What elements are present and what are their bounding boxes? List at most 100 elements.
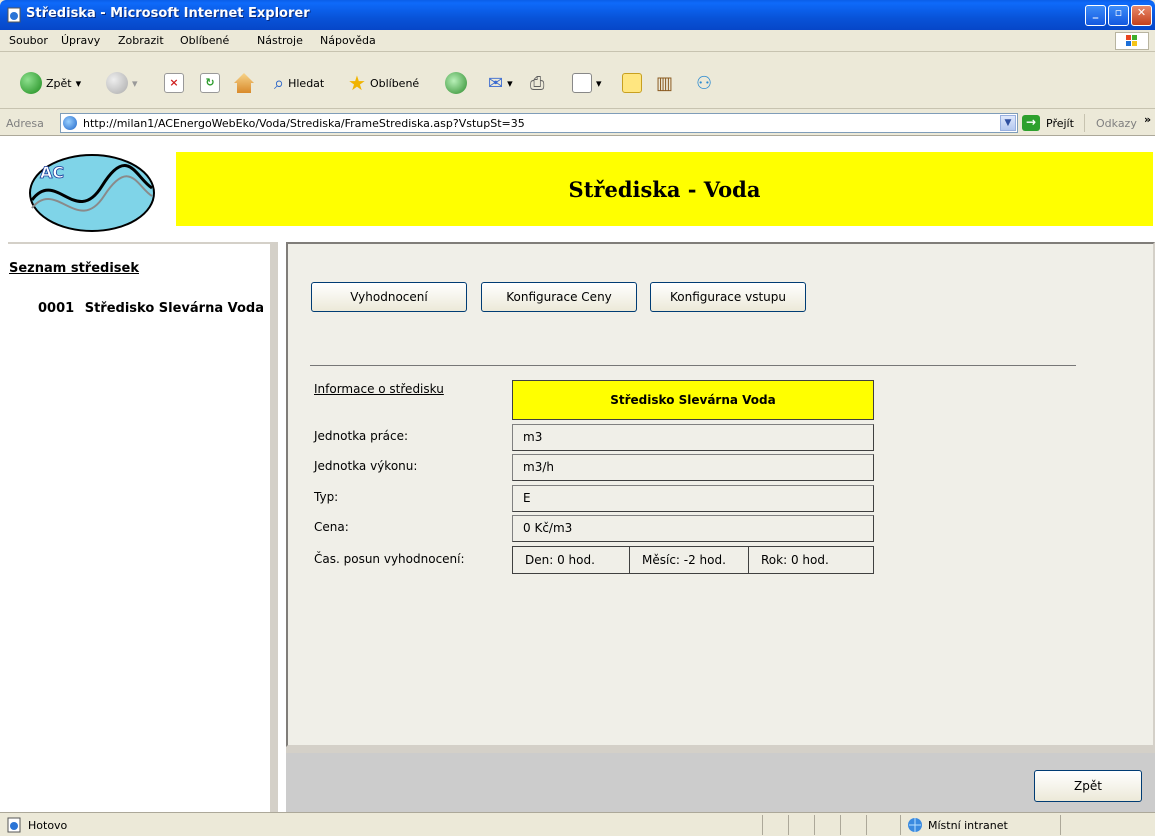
favorites-label: Oblíbené bbox=[369, 76, 420, 90]
ie-page-icon bbox=[7, 7, 21, 23]
status-pane bbox=[814, 815, 815, 835]
notes-button[interactable] bbox=[622, 71, 642, 95]
status-pane bbox=[1060, 815, 1061, 835]
go-arrow-icon[interactable]: → bbox=[1022, 115, 1040, 131]
sidebar-heading[interactable]: Seznam středisek bbox=[9, 261, 139, 276]
power-unit-label: Jednotka výkonu: bbox=[314, 459, 418, 473]
minimize-button[interactable]: _ bbox=[1085, 5, 1106, 26]
edit-button[interactable]: ▾ bbox=[572, 71, 602, 95]
note-icon bbox=[622, 73, 642, 93]
toolbar: Zpět ▾ ▾ × ↻ ⌕ Hledat ★ Oblíbené ✉ ▾ ⎙ ▾… bbox=[0, 53, 1155, 109]
menu-favorites[interactable]: Oblíbené bbox=[180, 34, 229, 47]
maximize-button[interactable]: ▫ bbox=[1108, 5, 1129, 26]
refresh-icon: ↻ bbox=[200, 73, 220, 93]
address-bar: Adresa http://milan1/ACEnergoWebEko/Voda… bbox=[0, 110, 1155, 136]
header-frame: AC Střediska - Voda bbox=[8, 136, 1155, 242]
price-label: Cena: bbox=[314, 520, 349, 534]
page-banner: Střediska - Voda bbox=[176, 152, 1153, 226]
work-unit-value: m3 bbox=[512, 424, 874, 451]
info-title: Informace o středisku bbox=[314, 382, 444, 396]
history-icon bbox=[445, 72, 467, 94]
stop-button[interactable]: × bbox=[164, 71, 184, 95]
links-button[interactable]: Odkazy bbox=[1096, 117, 1137, 130]
price-config-button[interactable]: Konfigurace Ceny bbox=[481, 282, 637, 312]
shift-year: Rok: 0 hod. bbox=[761, 553, 829, 567]
messenger-icon: ⚇ bbox=[696, 72, 713, 94]
ac-energo-logo-icon: AC bbox=[29, 154, 155, 232]
power-unit-value: m3/h bbox=[512, 454, 874, 481]
input-config-button[interactable]: Konfigurace vstupu bbox=[650, 282, 806, 312]
status-bar: Hotovo Místní intranet bbox=[0, 812, 1155, 836]
price-value: 0 Kč/m3 bbox=[512, 515, 874, 542]
menu-help[interactable]: Nápověda bbox=[320, 34, 376, 47]
type-value: E bbox=[512, 485, 874, 512]
status-pane bbox=[900, 815, 901, 835]
work-unit-label: Jednotka práce: bbox=[314, 429, 409, 443]
type-label: Typ: bbox=[314, 490, 339, 504]
status-pane bbox=[788, 815, 789, 835]
main-frame: Vyhodnocení Konfigurace Ceny Konfigurace… bbox=[286, 242, 1155, 747]
chevron-down-icon: ▾ bbox=[132, 76, 138, 90]
center-name-box: Středisko Slevárna Voda bbox=[512, 380, 874, 420]
search-icon: ⌕ bbox=[274, 72, 285, 94]
stop-icon: × bbox=[164, 73, 184, 93]
search-label: Hledat bbox=[288, 76, 325, 90]
evaluate-button[interactable]: Vyhodnocení bbox=[311, 282, 467, 312]
shift-month: Měsíc: -2 hod. bbox=[630, 547, 749, 573]
history-button[interactable] bbox=[445, 71, 467, 95]
mail-button[interactable]: ✉ ▾ bbox=[488, 71, 513, 95]
logo-text: AC bbox=[40, 163, 64, 182]
page-content: AC Střediska - Voda Seznam středisek 000… bbox=[0, 136, 1155, 812]
forward-button[interactable]: ▾ bbox=[106, 71, 138, 95]
back-nav-button[interactable]: Zpět bbox=[1034, 770, 1142, 802]
favorites-button[interactable]: ★ Oblíbené bbox=[348, 71, 419, 95]
home-icon bbox=[234, 73, 254, 93]
chevron-down-icon: ▾ bbox=[75, 76, 82, 90]
address-label: Adresa bbox=[6, 117, 44, 130]
zone-text: Místní intranet bbox=[928, 819, 1008, 832]
center-code: 0001 bbox=[38, 301, 75, 316]
print-button[interactable]: ⎙ bbox=[530, 71, 544, 95]
chevron-down-icon: ▾ bbox=[507, 76, 513, 90]
research-button[interactable]: ▥ bbox=[656, 71, 673, 95]
go-button[interactable]: Přejít bbox=[1046, 117, 1074, 130]
forward-arrow-icon bbox=[106, 72, 128, 94]
home-button[interactable] bbox=[234, 71, 254, 95]
chevron-down-icon[interactable]: ▼ bbox=[1000, 115, 1016, 131]
messenger-button[interactable]: ⚇ bbox=[696, 71, 712, 95]
title-bar: Střediska - Microsoft Internet Explorer … bbox=[0, 0, 1155, 30]
back-label: Zpět bbox=[46, 76, 72, 90]
status-pane bbox=[840, 815, 841, 835]
intranet-globe-icon bbox=[908, 818, 922, 832]
mail-icon: ✉ bbox=[488, 72, 504, 94]
status-text: Hotovo bbox=[28, 819, 68, 832]
windows-logo-icon bbox=[1115, 32, 1149, 50]
refresh-button[interactable]: ↻ bbox=[200, 71, 220, 95]
chevron-right-icon[interactable]: » bbox=[1144, 113, 1151, 126]
page-title: Střediska - Voda bbox=[568, 176, 761, 202]
shift-day: Den: 0 hod. bbox=[513, 547, 630, 573]
separator bbox=[1084, 114, 1085, 132]
time-shift-box: Den: 0 hod. Měsíc: -2 hod. Rok: 0 hod. bbox=[512, 546, 874, 574]
status-pane bbox=[866, 815, 867, 835]
back-button[interactable]: Zpět ▾ bbox=[20, 71, 81, 95]
menu-edit[interactable]: Úpravy bbox=[61, 34, 100, 47]
menu-file[interactable]: Soubor bbox=[9, 34, 48, 47]
menu-tools[interactable]: Nástroje bbox=[257, 34, 303, 47]
page-icon bbox=[63, 116, 77, 130]
time-shift-label: Čas. posun vyhodnocení: bbox=[314, 552, 465, 566]
sidebar: Seznam středisek 0001 Středisko Slevárna… bbox=[8, 242, 278, 812]
address-url[interactable]: http://milan1/ACEnergoWebEko/Voda/Stredi… bbox=[83, 117, 525, 130]
sidebar-item-center[interactable]: 0001 Středisko Slevárna Voda bbox=[38, 301, 264, 316]
address-input[interactable]: http://milan1/ACEnergoWebEko/Voda/Stredi… bbox=[60, 113, 1018, 133]
window-title: Střediska - Microsoft Internet Explorer bbox=[26, 6, 310, 21]
bottom-frame: Zpět bbox=[286, 747, 1155, 812]
status-pane bbox=[762, 815, 763, 835]
edit-icon bbox=[572, 73, 592, 93]
star-icon: ★ bbox=[348, 71, 366, 95]
center-name: Středisko Slevárna Voda bbox=[84, 301, 264, 316]
close-button[interactable]: ✕ bbox=[1131, 5, 1152, 26]
search-button[interactable]: ⌕ Hledat bbox=[274, 71, 324, 95]
menu-view[interactable]: Zobrazit bbox=[118, 34, 164, 47]
menu-bar: Soubor Úpravy Zobrazit Oblíbené Nástroje… bbox=[0, 30, 1155, 52]
